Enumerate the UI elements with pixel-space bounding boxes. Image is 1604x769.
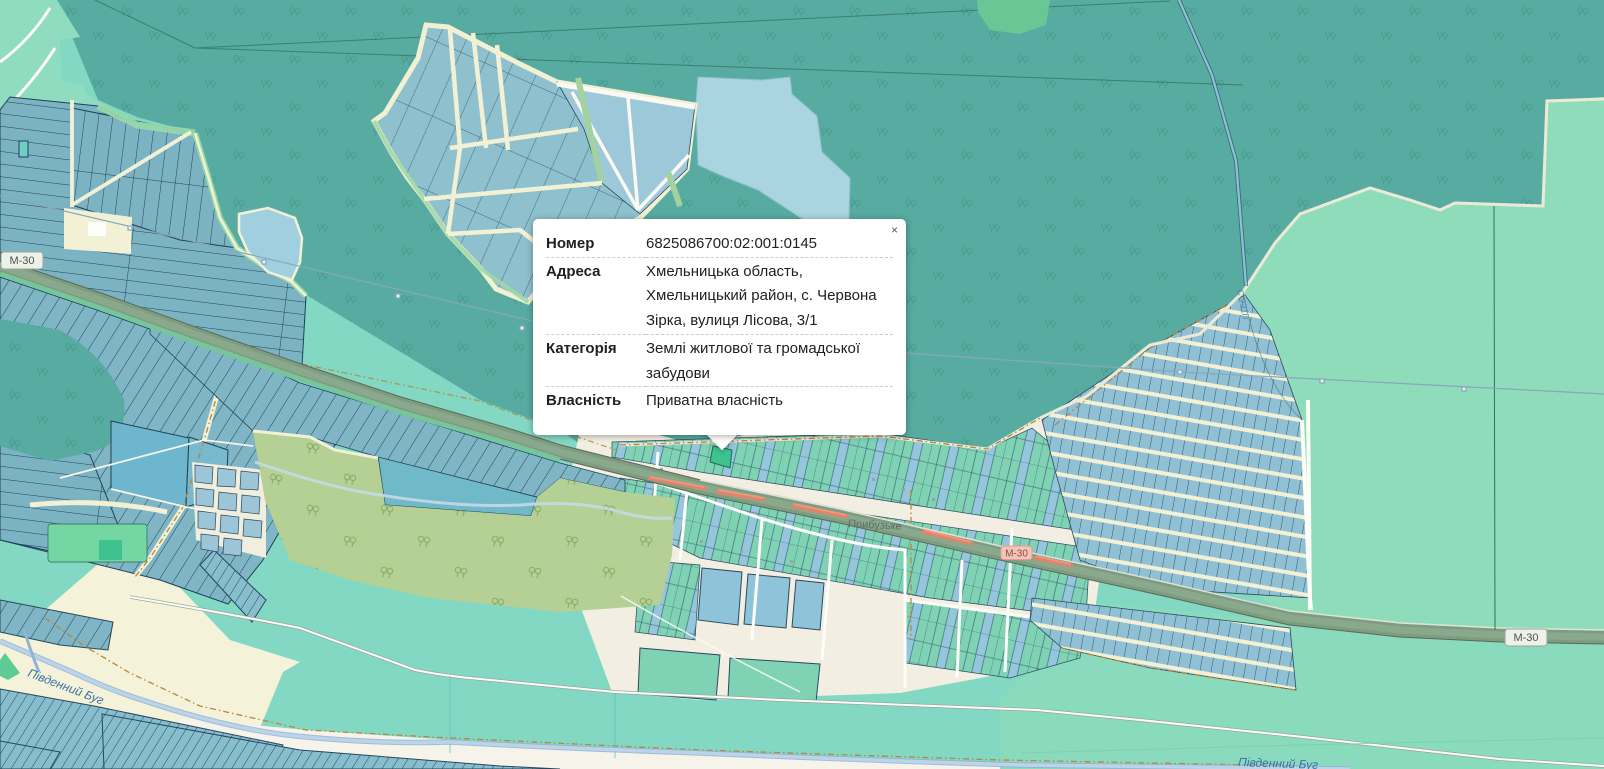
svg-text:Південний Буг: Південний Буг bbox=[1238, 755, 1319, 769]
svg-text:М-30: М-30 bbox=[9, 255, 34, 267]
svg-text:М-30: М-30 bbox=[1513, 632, 1538, 644]
svg-text:М-30: М-30 bbox=[1005, 549, 1028, 560]
